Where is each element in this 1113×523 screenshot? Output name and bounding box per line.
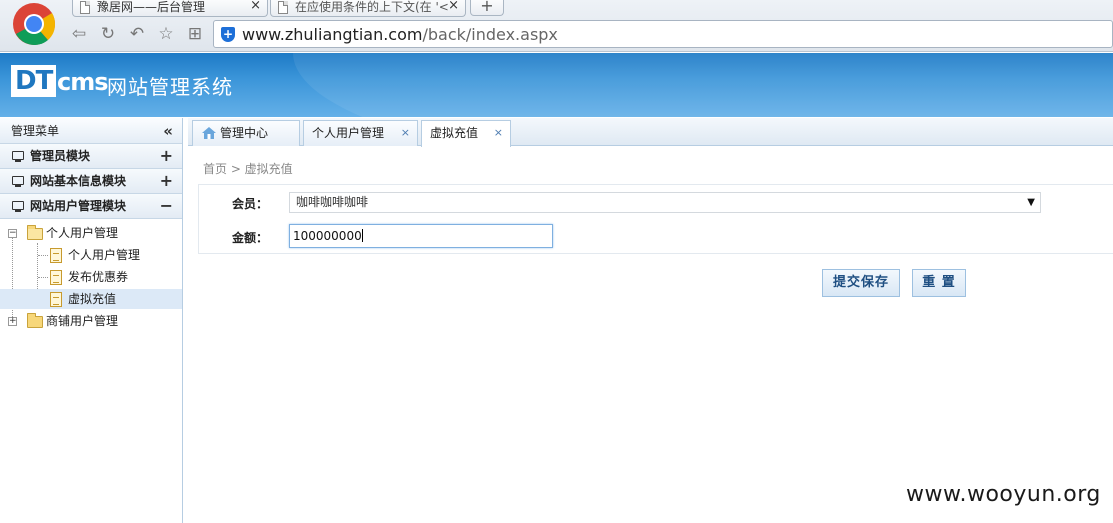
open-folder-icon	[27, 225, 43, 240]
monitor-icon	[12, 201, 24, 212]
tree-item-coupons[interactable]: 发布优惠券	[0, 267, 182, 287]
home-icon	[202, 127, 216, 139]
app-header: DT cms 网站管理系统	[0, 53, 1113, 117]
page-icon	[50, 248, 62, 263]
system-title: 网站管理系统	[107, 75, 233, 99]
watermark: www.wooyun.org	[906, 482, 1101, 507]
new-tab-button[interactable]: +	[470, 0, 504, 16]
document-icon	[80, 1, 90, 14]
browser-tab-title: 在应使用条件的上下文(在 '<	[295, 0, 449, 14]
sidebar: 管理菜单 « 管理员模块 + 网站基本信息模块 + 网站用户管理模块 − − 个…	[0, 118, 183, 523]
address-bar[interactable]: + www.zhuliangtian.com/back/index.aspx	[213, 20, 1113, 48]
menu-title: 管理菜单 «	[0, 118, 182, 144]
browser-tab-1[interactable]: 豫居网——后台管理 ×	[72, 0, 268, 17]
close-tab-icon[interactable]: ×	[448, 0, 459, 13]
monitor-icon	[12, 176, 24, 187]
browser-tab-title: 豫居网——后台管理	[97, 0, 206, 14]
collapse-icon[interactable]: −	[160, 194, 173, 218]
expand-toggle-icon[interactable]: +	[8, 317, 17, 326]
dropdown-arrow-icon: ▼	[1027, 197, 1035, 208]
reset-button[interactable]: 重 置	[912, 269, 966, 297]
document-icon	[278, 1, 288, 14]
page-icon	[50, 292, 62, 307]
breadcrumb: 首页 > 虚拟充值	[203, 162, 293, 176]
browser-tab-2[interactable]: 在应使用条件的上下文(在 '< ×	[270, 0, 466, 17]
content-tabs: 管理中心 个人用户管理 × 虚拟充值 ×	[188, 118, 1113, 147]
page-icon	[50, 270, 62, 285]
browser-chrome: 豫居网——后台管理 × 在应使用条件的上下文(在 '< × + ⇦ ↻ ↶ ☆ …	[0, 0, 1113, 52]
tree-group-shop-users[interactable]: + 商铺用户管理	[0, 311, 182, 331]
sidebar-tree: − 个人用户管理 个人用户管理 发布优惠券 虚拟充值 + 商铺用户管理	[0, 219, 182, 519]
star-icon[interactable]: ☆	[156, 24, 176, 44]
folder-icon	[27, 313, 43, 328]
back-icon[interactable]: ⇦	[69, 24, 89, 44]
amount-input[interactable]: 100000000	[289, 224, 553, 248]
grid-icon[interactable]: ⊞	[185, 24, 205, 44]
collapse-toggle-icon[interactable]: −	[8, 229, 17, 238]
tab-dashboard[interactable]: 管理中心	[192, 120, 300, 146]
close-tab-icon[interactable]: ×	[494, 121, 503, 145]
reload-icon[interactable]: ↻	[98, 24, 118, 44]
tree-item-virtual-recharge[interactable]: 虚拟充值	[0, 289, 182, 309]
module-user-management[interactable]: 网站用户管理模块 −	[0, 194, 182, 219]
logo-dt: DT	[11, 65, 57, 97]
close-tab-icon[interactable]: ×	[401, 121, 410, 145]
collapse-sidebar-icon[interactable]: «	[163, 118, 173, 144]
monitor-icon	[12, 151, 24, 162]
url-text: www.zhuliangtian.com/back/index.aspx	[242, 25, 558, 44]
module-admin[interactable]: 管理员模块 +	[0, 144, 182, 169]
text-caret	[361, 229, 363, 242]
module-site-info[interactable]: 网站基本信息模块 +	[0, 169, 182, 194]
expand-icon[interactable]: +	[160, 169, 173, 193]
amount-label: 金额：	[232, 231, 269, 245]
shield-icon: +	[221, 27, 235, 42]
tree-item-personal-users[interactable]: 个人用户管理	[0, 245, 182, 265]
close-tab-icon[interactable]: ×	[250, 0, 261, 13]
tab-personal-users[interactable]: 个人用户管理 ×	[303, 120, 418, 146]
tab-virtual-recharge[interactable]: 虚拟充值 ×	[421, 120, 511, 147]
tree-group-personal-users[interactable]: − 个人用户管理	[0, 223, 182, 243]
member-select[interactable]: 咖啡咖啡咖啡 ▼	[289, 192, 1041, 213]
expand-icon[interactable]: +	[160, 144, 173, 168]
submit-save-button[interactable]: 提交保存	[822, 269, 900, 297]
member-label: 会员：	[232, 197, 269, 211]
undo-icon[interactable]: ↶	[127, 24, 147, 44]
logo-cms: cms	[57, 68, 109, 96]
chrome-logo-icon	[13, 3, 56, 45]
